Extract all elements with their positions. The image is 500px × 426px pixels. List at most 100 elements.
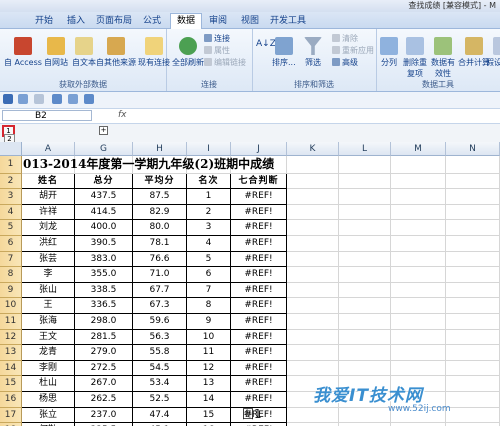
- filter-button[interactable]: 筛选: [304, 37, 322, 68]
- grid-cell[interactable]: [391, 360, 446, 377]
- grid-cell[interactable]: [339, 204, 391, 221]
- grid-cell[interactable]: [287, 236, 339, 252]
- table-cell[interactable]: 55.8: [133, 345, 187, 361]
- table-cell[interactable]: 杜山: [22, 376, 75, 392]
- properties-button[interactable]: 属性: [204, 45, 230, 56]
- grid-cell[interactable]: [339, 189, 391, 205]
- grid-cell[interactable]: [339, 329, 391, 346]
- table-header-cell[interactable]: 总分: [75, 173, 133, 190]
- row-header[interactable]: 11: [0, 314, 22, 330]
- grid-cell[interactable]: [446, 345, 500, 361]
- table-cell[interactable]: 279.0: [75, 345, 133, 361]
- table-cell[interactable]: 87.5: [133, 189, 187, 205]
- table-cell[interactable]: #REF!: [231, 329, 287, 346]
- grid-cell[interactable]: [391, 236, 446, 252]
- table-cell[interactable]: 9: [187, 314, 231, 330]
- table-cell[interactable]: 王文: [22, 329, 75, 346]
- table-cell[interactable]: 张海: [22, 314, 75, 330]
- grid-cell[interactable]: [446, 282, 500, 299]
- sort-button[interactable]: 排序...: [272, 37, 296, 68]
- edit-links-button[interactable]: 编辑链接: [204, 57, 246, 68]
- table-cell[interactable]: 13: [187, 376, 231, 392]
- advanced-button[interactable]: 高级: [332, 57, 358, 68]
- grid-cell[interactable]: [287, 189, 339, 205]
- grid-cell[interactable]: [446, 376, 500, 392]
- table-cell[interactable]: 11: [187, 345, 231, 361]
- table-cell[interactable]: 76.6: [133, 251, 187, 268]
- row-header[interactable]: 7: [0, 251, 22, 268]
- grid-cell[interactable]: [339, 407, 391, 424]
- table-cell[interactable]: 3: [187, 220, 231, 236]
- row-header[interactable]: 5: [0, 220, 22, 236]
- grid-cell[interactable]: [287, 282, 339, 299]
- column-header-j[interactable]: J: [231, 142, 287, 156]
- grid-cell[interactable]: [446, 392, 500, 408]
- table-cell[interactable]: 47.4: [133, 407, 187, 424]
- grid-cell[interactable]: [287, 298, 339, 314]
- table-cell[interactable]: 张山: [22, 282, 75, 299]
- table-cell[interactable]: 许祥: [22, 204, 75, 221]
- table-cell[interactable]: #REF!: [231, 220, 287, 236]
- table-cell[interactable]: #REF!: [231, 267, 287, 283]
- preview-icon[interactable]: [68, 94, 78, 104]
- grid-cell[interactable]: [287, 251, 339, 268]
- grid-cell[interactable]: [287, 156, 339, 174]
- grid-cell[interactable]: [339, 282, 391, 299]
- table-cell[interactable]: 272.5: [75, 360, 133, 377]
- table-cell[interactable]: #REF!: [231, 189, 287, 205]
- grid-cell[interactable]: [446, 156, 500, 174]
- grid-cell[interactable]: [339, 251, 391, 268]
- table-cell[interactable]: 8: [187, 298, 231, 314]
- grid-cell[interactable]: [287, 345, 339, 361]
- grid-cell[interactable]: [391, 173, 446, 190]
- grid-cell[interactable]: [339, 345, 391, 361]
- table-header-cell[interactable]: 七合判断: [231, 173, 287, 190]
- table-cell[interactable]: 437.5: [75, 189, 133, 205]
- grid-cell[interactable]: [391, 329, 446, 346]
- table-cell[interactable]: 82.9: [133, 204, 187, 221]
- row-header[interactable]: 3: [0, 189, 22, 205]
- table-cell[interactable]: 刘龙: [22, 220, 75, 236]
- table-cell[interactable]: #REF!: [231, 360, 287, 377]
- grid-cell[interactable]: [287, 220, 339, 236]
- grid-cell[interactable]: [446, 220, 500, 236]
- grid-cell[interactable]: [287, 407, 339, 424]
- connections-button[interactable]: 连接: [204, 33, 230, 44]
- from-text-button[interactable]: 自文本: [72, 37, 96, 68]
- table-cell[interactable]: #REF!: [231, 251, 287, 268]
- table-cell[interactable]: 张立: [22, 407, 75, 424]
- whatif-button[interactable]: 假设分析: [486, 37, 500, 68]
- grid-cell[interactable]: [446, 407, 500, 424]
- column-header-a[interactable]: A: [22, 142, 75, 156]
- tab-formulas[interactable]: 公式: [138, 14, 166, 28]
- grid-cell[interactable]: [391, 220, 446, 236]
- grid-cell[interactable]: [339, 173, 391, 190]
- fx-icon[interactable]: fx: [118, 110, 138, 121]
- table-cell[interactable]: 336.5: [75, 298, 133, 314]
- grid-cell[interactable]: [391, 251, 446, 268]
- row-header[interactable]: 12: [0, 329, 22, 346]
- tab-view[interactable]: 视图: [236, 14, 264, 28]
- refresh-all-button[interactable]: 全部刷新: [172, 37, 204, 68]
- table-cell[interactable]: #REF!: [231, 298, 287, 314]
- grid-cell[interactable]: [446, 314, 500, 330]
- column-header-h[interactable]: H: [133, 142, 187, 156]
- grid-cell[interactable]: [339, 156, 391, 174]
- grid-cell[interactable]: [391, 298, 446, 314]
- table-cell[interactable]: 67.3: [133, 298, 187, 314]
- text-to-columns-button[interactable]: 分列: [380, 37, 398, 68]
- grid-cell[interactable]: [391, 267, 446, 283]
- reapply-button[interactable]: 重新应用: [332, 45, 374, 56]
- from-other-sources-button[interactable]: 自其他来源: [96, 37, 136, 68]
- table-cell[interactable]: 杨思: [22, 392, 75, 408]
- row-header[interactable]: 17: [0, 407, 22, 424]
- row-header[interactable]: 6: [0, 236, 22, 252]
- tab-insert[interactable]: 插入: [62, 14, 90, 28]
- grid-cell[interactable]: [339, 220, 391, 236]
- table-cell[interactable]: 12: [187, 360, 231, 377]
- table-cell[interactable]: 54.5: [133, 360, 187, 377]
- column-header-i[interactable]: I: [187, 142, 231, 156]
- table-cell[interactable]: 414.5: [75, 204, 133, 221]
- grid-cell[interactable]: [446, 189, 500, 205]
- table-cell[interactable]: 400.0: [75, 220, 133, 236]
